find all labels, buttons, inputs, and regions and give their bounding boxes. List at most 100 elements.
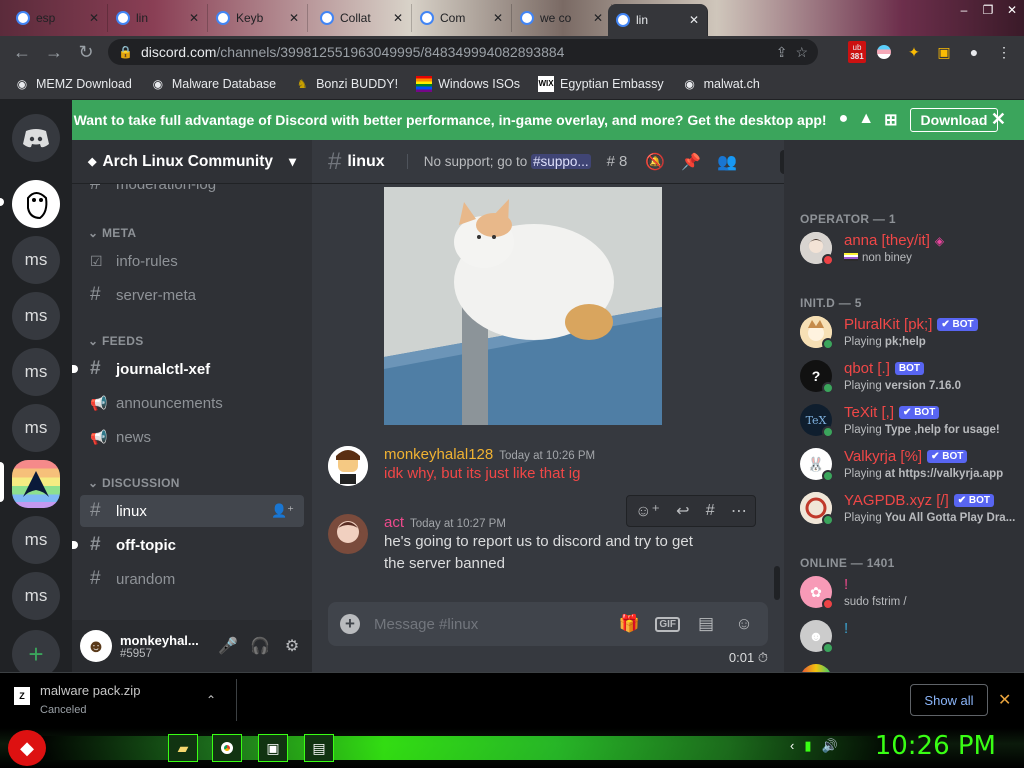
chevron-up-icon[interactable]: ⌃ [206, 693, 216, 707]
close-icon[interactable]: ✕ [689, 13, 699, 27]
member-item[interactable]: PluralKit [pk;] ✔ BOT Playing pk;help [800, 312, 1020, 356]
chrome-icon[interactable] [212, 734, 242, 762]
category-feeds[interactable]: ⌄ FEEDS [88, 334, 144, 348]
bookmark-item[interactable]: Windows ISOs [416, 75, 520, 92]
message-author[interactable]: act [384, 514, 404, 531]
discord-home-icon[interactable] [12, 114, 60, 162]
avatar[interactable]: ☻ [80, 630, 112, 662]
invite-icon[interactable]: 👤⁺ [271, 503, 294, 519]
bookmark-item[interactable]: ◉ MEMZ Download [14, 76, 132, 92]
control-panel-icon[interactable]: ▤ [304, 734, 334, 762]
bookmark-item[interactable]: ◉ Malware Database [150, 76, 276, 92]
download-app-button[interactable]: Download [909, 108, 999, 132]
member-item[interactable]: YAGPDB.xyz [/] ✔ BOT Playing You All Gott… [800, 488, 1020, 532]
mute-bell-icon[interactable]: 🔕 [643, 150, 667, 174]
channel-journalctl-xef[interactable]: # journalctl-xef [72, 353, 304, 385]
server-icon[interactable]: ms [12, 292, 60, 340]
server-icon[interactable]: ms [12, 236, 60, 284]
sidebar-icon[interactable]: ▣ [932, 40, 956, 64]
gear-icon[interactable]: ⚙ [278, 632, 306, 660]
member-item[interactable]: ☻ ! [800, 616, 1020, 660]
address-bar[interactable]: 🔒 discord.com/channels/39981255196304999… [108, 39, 818, 65]
channel-news[interactable]: 📢 news [80, 421, 304, 453]
close-icon[interactable]: ✕ [493, 11, 503, 25]
show-all-button[interactable]: Show all [910, 684, 988, 716]
close-icon[interactable]: ✕ [593, 11, 603, 25]
back-button[interactable]: ← [6, 36, 38, 68]
message-author[interactable]: monkeyhalal128 [384, 446, 493, 463]
member-item[interactable]: anna [they/it] ◈ non biney [800, 228, 1020, 272]
close-icon[interactable]: ✕ [89, 11, 99, 25]
server-icon-drawing[interactable] [12, 180, 60, 228]
share-icon[interactable]: ⇪ [776, 44, 788, 61]
forward-button[interactable]: → [38, 36, 70, 68]
browser-tab[interactable]: Keyb ✕ [208, 4, 308, 32]
channel-moderation-log[interactable]: #moderation-log [80, 184, 304, 200]
bookmark-item[interactable]: WIX Egyptian Embassy [538, 75, 664, 92]
channel-linux[interactable]: # linux 👤⁺ [80, 495, 304, 527]
emoji-icon[interactable]: ☺ [732, 612, 756, 636]
browser-tab[interactable]: Collat ✕ [312, 4, 412, 32]
threads-button[interactable]: #8 [607, 153, 628, 170]
cat-image[interactable] [384, 187, 662, 425]
member-item[interactable]: ? qbot [.] BOT Playing version 7.16.0 [800, 356, 1020, 400]
channel-off-topic[interactable]: # off-topic [72, 529, 304, 561]
server-icon[interactable]: ms [12, 404, 60, 452]
file-explorer-icon[interactable]: ▰ [168, 734, 198, 762]
browser-tab-active[interactable]: lin ✕ [608, 4, 708, 36]
upload-plus-icon[interactable]: + [340, 614, 360, 634]
close-icon[interactable]: ✕ [393, 11, 403, 25]
member-item[interactable]: 🐰 Valkyrja [%] ✔ BOT Playing at https://v… [800, 444, 1020, 488]
close-icon[interactable]: ✕ [189, 11, 199, 25]
puzzle-icon[interactable]: ✦ [902, 40, 926, 64]
category-meta[interactable]: ⌄ META [88, 226, 136, 240]
star-icon[interactable]: ☆ [795, 44, 808, 61]
profile-icon[interactable]: ● [962, 40, 986, 64]
channel-announcements[interactable]: 📢 announcements [80, 387, 304, 419]
close-window-button[interactable]: ✕ [1000, 0, 1024, 20]
server-icon[interactable]: ms [12, 572, 60, 620]
close-icon[interactable]: ✕ [991, 109, 1006, 130]
channel-urandom[interactable]: # urandom [80, 563, 304, 595]
channel-server-meta[interactable]: # server-meta [80, 279, 304, 311]
extension-badge-icon[interactable]: ub 381 [848, 41, 866, 63]
server-header[interactable]: ◆ Arch Linux Community ▾ [72, 140, 312, 184]
chat-scrollbar[interactable] [774, 566, 780, 600]
mute-mic-icon[interactable]: 🎤 [214, 632, 242, 660]
channel-info-rules[interactable]: ☑ info-rules [80, 245, 304, 277]
message-input[interactable] [374, 615, 584, 633]
add-server-icon[interactable]: + [12, 630, 60, 678]
avatar[interactable] [328, 514, 368, 554]
maximize-button[interactable]: ❐ [976, 0, 1000, 20]
sticker-icon[interactable]: ▤ [694, 612, 718, 636]
close-icon[interactable]: ✕ [998, 690, 1011, 710]
menu-icon[interactable]: ⋮ [992, 40, 1016, 64]
gif-button[interactable]: GIF [655, 616, 680, 632]
avatar[interactable] [328, 446, 368, 486]
pin-icon[interactable]: 📌 [679, 150, 703, 174]
members-icon[interactable]: 👥 [715, 150, 739, 174]
gift-icon[interactable]: 🎁 [617, 612, 641, 636]
browser-tab[interactable]: Com ✕ [412, 4, 512, 32]
member-item[interactable]: TeX TeXit [,] ✔ BOT Playing Type ,help fo… [800, 400, 1020, 444]
trans-flag-icon[interactable] [872, 40, 896, 64]
close-icon[interactable]: ✕ [289, 11, 299, 25]
member-item[interactable] [800, 660, 1020, 672]
download-item[interactable]: Z malware pack.zip Canceled [14, 683, 140, 716]
reload-button[interactable]: ↻ [70, 36, 102, 68]
channel-topic[interactable]: No support; go to #suppo... [406, 154, 591, 169]
server-icon[interactable]: ms [12, 348, 60, 396]
tray-chevron-icon[interactable]: ‹ [790, 738, 794, 754]
headphones-icon[interactable]: 🎧 [246, 632, 274, 660]
bookmark-item[interactable]: ◉ malwat.ch [682, 76, 760, 92]
start-button-angry-bird-icon[interactable]: ◆ [8, 730, 46, 766]
minimize-button[interactable]: – [952, 0, 976, 20]
volume-icon[interactable]: 🔊 [822, 738, 838, 754]
member-item[interactable]: ✿ ! sudo fstrim / [800, 572, 1020, 616]
browser-tab[interactable]: esp ✕ [8, 4, 108, 32]
battery-icon[interactable]: ▮ [804, 738, 811, 754]
arch-linux-server-icon[interactable] [12, 460, 60, 508]
server-icon[interactable]: ms [12, 516, 60, 564]
taskbar-clock[interactable]: 10:26 PM [875, 731, 996, 761]
category-discussion[interactable]: ⌄ DISCUSSION [88, 476, 180, 490]
